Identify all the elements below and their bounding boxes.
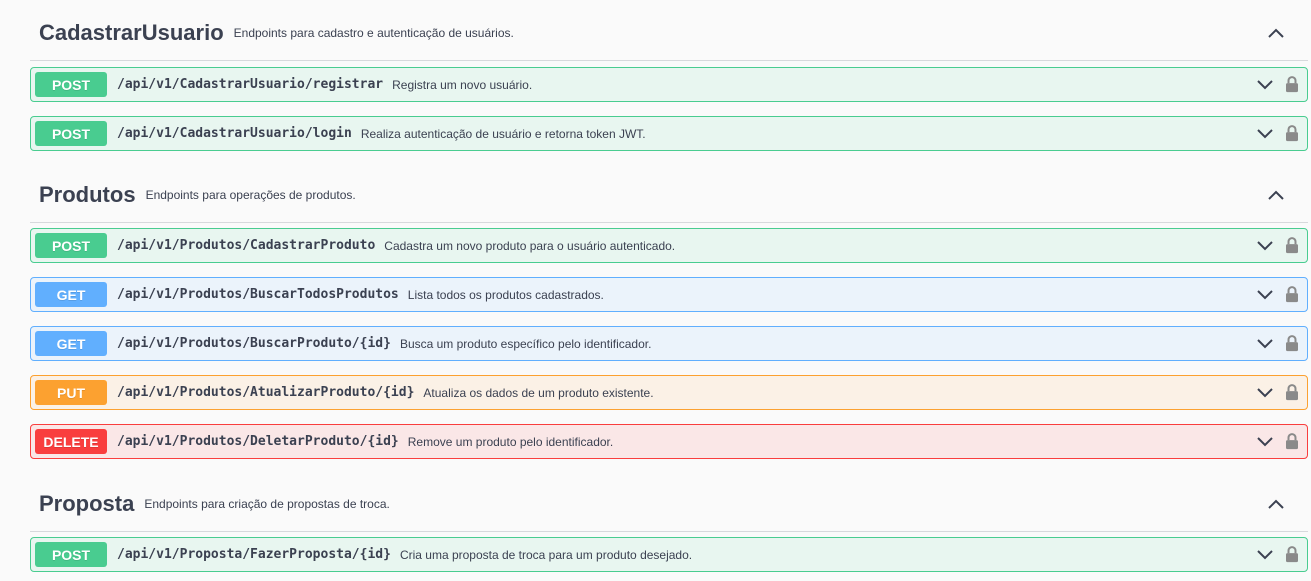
chevron-up-icon[interactable] [1268, 28, 1284, 38]
operation-summary: Remove um produto pelo identificador. [407, 434, 614, 449]
operation-path: /api/v1/CadastrarUsuario/registrar [117, 77, 384, 92]
swagger-operations-list: CadastrarUsuario Endpoints para cadastro… [0, 0, 1311, 581]
method-badge: POST [35, 233, 107, 258]
operation-delete-deletarproduto[interactable]: DELETE /api/v1/Produtos/DeletarProduto/{… [30, 424, 1308, 459]
operation-post-registrar[interactable]: POST /api/v1/CadastrarUsuario/registrar … [30, 67, 1308, 102]
operation-get-buscartodosprodutos[interactable]: GET /api/v1/Produtos/BuscarTodosProdutos… [30, 277, 1308, 312]
tag-description: Endpoints para cadastro e autenticação d… [233, 26, 514, 40]
operation-summary: Realiza autenticação de usuário e retorn… [360, 126, 646, 141]
lock-icon[interactable] [1285, 432, 1299, 450]
method-badge: PUT [35, 380, 107, 405]
lock-icon[interactable] [1285, 285, 1299, 303]
method-badge: POST [35, 121, 107, 146]
method-badge: POST [35, 72, 107, 97]
operation-path: /api/v1/Produtos/BuscarProduto/{id} [117, 336, 391, 351]
chevron-down-icon[interactable] [1257, 128, 1273, 139]
chevron-down-icon[interactable] [1257, 79, 1273, 90]
lock-icon[interactable] [1285, 383, 1299, 401]
tag-description: Endpoints para criação de propostas de t… [144, 496, 390, 511]
operation-post-fazerproposta[interactable]: POST /api/v1/Proposta/FazerProposta/{id}… [30, 537, 1308, 572]
operation-path: /api/v1/CadastrarUsuario/login [117, 126, 352, 141]
chevron-down-icon[interactable] [1257, 549, 1273, 560]
operation-summary: Cadastra um novo produto para o usuário … [384, 238, 676, 253]
lock-icon[interactable] [1285, 545, 1299, 563]
lock-icon[interactable] [1285, 75, 1299, 93]
chevron-up-icon[interactable] [1268, 499, 1284, 509]
operation-path: /api/v1/Produtos/AtualizarProduto/{id} [117, 385, 415, 400]
method-badge: POST [35, 542, 107, 567]
method-badge: DELETE [35, 429, 107, 454]
chevron-up-icon[interactable] [1268, 190, 1284, 200]
operation-path: /api/v1/Produtos/DeletarProduto/{id} [117, 434, 399, 449]
operation-path: /api/v1/Produtos/BuscarTodosProdutos [117, 287, 399, 302]
chevron-down-icon[interactable] [1257, 387, 1273, 398]
operation-summary: Lista todos os produtos cadastrados. [407, 287, 604, 302]
tag-title: CadastrarUsuario [39, 20, 224, 45]
operation-summary: Busca um produto específico pelo identif… [399, 336, 652, 351]
chevron-down-icon[interactable] [1257, 289, 1273, 300]
operation-put-atualizarproduto[interactable]: PUT /api/v1/Produtos/AtualizarProduto/{i… [30, 375, 1308, 410]
lock-icon[interactable] [1285, 334, 1299, 352]
lock-icon[interactable] [1285, 236, 1299, 254]
operation-summary: Atualiza os dados de um produto existent… [423, 385, 654, 400]
tag-description: Endpoints para operações de produtos. [145, 187, 356, 202]
operation-post-cadastrarproduto[interactable]: POST /api/v1/Produtos/CadastrarProduto C… [30, 228, 1308, 263]
chevron-down-icon[interactable] [1257, 436, 1273, 447]
method-badge: GET [35, 282, 107, 307]
operation-summary: Cria uma proposta de troca para um produ… [399, 547, 693, 562]
chevron-down-icon[interactable] [1257, 240, 1273, 251]
lock-icon[interactable] [1285, 124, 1299, 142]
operation-path: /api/v1/Proposta/FazerProposta/{id} [117, 547, 391, 562]
tag-title: Produtos [39, 181, 136, 207]
tag-title: Proposta [39, 490, 135, 516]
chevron-down-icon[interactable] [1257, 338, 1273, 349]
tag-header-produtos[interactable]: Produtos Endpoints para operações de pro… [30, 167, 1308, 223]
operation-summary: Registra um novo usuário. [392, 77, 533, 92]
tag-header-cadastrarusuario[interactable]: CadastrarUsuario Endpoints para cadastro… [30, 6, 1308, 61]
operation-get-buscarproduto[interactable]: GET /api/v1/Produtos/BuscarProduto/{id} … [30, 326, 1308, 361]
operation-path: /api/v1/Produtos/CadastrarProduto [117, 238, 376, 253]
operation-post-login[interactable]: POST /api/v1/CadastrarUsuario/login Real… [30, 116, 1308, 151]
tag-header-proposta[interactable]: Proposta Endpoints para criação de propo… [30, 476, 1308, 532]
method-badge: GET [35, 331, 107, 356]
